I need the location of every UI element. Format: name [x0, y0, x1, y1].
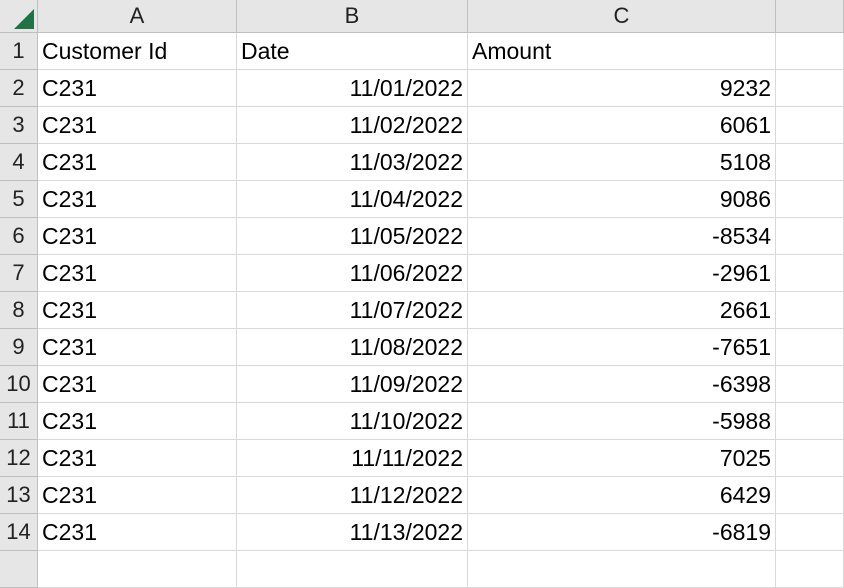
cell[interactable]	[776, 551, 844, 588]
cell[interactable]	[776, 514, 844, 551]
cell-customer[interactable]: C231	[38, 255, 237, 292]
cell-customer[interactable]: C231	[38, 477, 237, 514]
cell[interactable]	[776, 366, 844, 403]
cell-amount[interactable]: 6061	[468, 107, 776, 144]
cell-amount[interactable]: 6429	[468, 477, 776, 514]
cell[interactable]	[776, 292, 844, 329]
cell-date[interactable]: 11/02/2022	[237, 107, 468, 144]
cell[interactable]	[776, 107, 844, 144]
row-header-5[interactable]: 5	[0, 181, 38, 218]
cell-customer[interactable]: C231	[38, 70, 237, 107]
cell[interactable]	[38, 551, 237, 588]
cell-customer[interactable]: C231	[38, 181, 237, 218]
cell-amount[interactable]: -8534	[468, 218, 776, 255]
cell-amount[interactable]: 5108	[468, 144, 776, 181]
row-header-12[interactable]: 12	[0, 440, 38, 477]
column-header-a[interactable]: A	[38, 0, 237, 33]
cell-date[interactable]: 11/03/2022	[237, 144, 468, 181]
header-cell-amount[interactable]: Amount	[468, 33, 776, 70]
cell-date[interactable]: 11/11/2022	[237, 440, 468, 477]
row-header-9[interactable]: 9	[0, 329, 38, 366]
cell[interactable]	[776, 329, 844, 366]
cell-amount[interactable]: -6398	[468, 366, 776, 403]
row-header-6[interactable]: 6	[0, 218, 38, 255]
row-header-8[interactable]: 8	[0, 292, 38, 329]
row-header-15[interactable]	[0, 551, 38, 588]
select-all-triangle-icon	[14, 9, 34, 29]
row-header-3[interactable]: 3	[0, 107, 38, 144]
cell-date[interactable]: 11/06/2022	[237, 255, 468, 292]
row-header-13[interactable]: 13	[0, 477, 38, 514]
select-all-corner[interactable]	[0, 0, 38, 33]
cell-customer[interactable]: C231	[38, 218, 237, 255]
cell-date[interactable]: 11/09/2022	[237, 366, 468, 403]
row-header-10[interactable]: 10	[0, 366, 38, 403]
row-header-14[interactable]: 14	[0, 514, 38, 551]
cell-customer[interactable]: C231	[38, 514, 237, 551]
cell[interactable]	[776, 70, 844, 107]
column-header-d[interactable]	[776, 0, 844, 33]
cell-amount[interactable]: 9232	[468, 70, 776, 107]
column-header-b[interactable]: B	[237, 0, 468, 33]
cell[interactable]	[776, 181, 844, 218]
cell[interactable]	[776, 255, 844, 292]
cell[interactable]	[776, 218, 844, 255]
column-header-c[interactable]: C	[468, 0, 776, 33]
spreadsheet-grid: A B C 1 Customer Id Date Amount 2 C231 11/01/2022…	[0, 0, 844, 588]
header-cell-date[interactable]: Date	[237, 33, 468, 70]
cell-date[interactable]: 11/08/2022	[237, 329, 468, 366]
row-header-1[interactable]: 1	[0, 33, 38, 70]
cell-customer[interactable]: C231	[38, 440, 237, 477]
cell-customer[interactable]: C231	[38, 366, 237, 403]
cell[interactable]	[237, 551, 468, 588]
cell-date[interactable]: 11/07/2022	[237, 292, 468, 329]
cell-date[interactable]: 11/13/2022	[237, 514, 468, 551]
cell-amount[interactable]: 9086	[468, 181, 776, 218]
row-header-7[interactable]: 7	[0, 255, 38, 292]
cell-customer[interactable]: C231	[38, 329, 237, 366]
cell[interactable]	[776, 477, 844, 514]
cell-customer[interactable]: C231	[38, 107, 237, 144]
row-header-4[interactable]: 4	[0, 144, 38, 181]
cell[interactable]	[776, 33, 844, 70]
cell[interactable]	[776, 403, 844, 440]
cell-customer[interactable]: C231	[38, 144, 237, 181]
row-header-2[interactable]: 2	[0, 70, 38, 107]
cell-date[interactable]: 11/04/2022	[237, 181, 468, 218]
header-cell-customer-id[interactable]: Customer Id	[38, 33, 237, 70]
cell-customer[interactable]: C231	[38, 403, 237, 440]
cell-amount[interactable]: -2961	[468, 255, 776, 292]
cell[interactable]	[776, 440, 844, 477]
cell-amount[interactable]: -6819	[468, 514, 776, 551]
cell-date[interactable]: 11/10/2022	[237, 403, 468, 440]
cell-amount[interactable]: -7651	[468, 329, 776, 366]
cell-date[interactable]: 11/01/2022	[237, 70, 468, 107]
cell-date[interactable]: 11/12/2022	[237, 477, 468, 514]
cell-date[interactable]: 11/05/2022	[237, 218, 468, 255]
cell-customer[interactable]: C231	[38, 292, 237, 329]
cell[interactable]	[776, 144, 844, 181]
cell-amount[interactable]: -5988	[468, 403, 776, 440]
cell-amount[interactable]: 2661	[468, 292, 776, 329]
cell-amount[interactable]: 7025	[468, 440, 776, 477]
row-header-11[interactable]: 11	[0, 403, 38, 440]
cell[interactable]	[468, 551, 776, 588]
